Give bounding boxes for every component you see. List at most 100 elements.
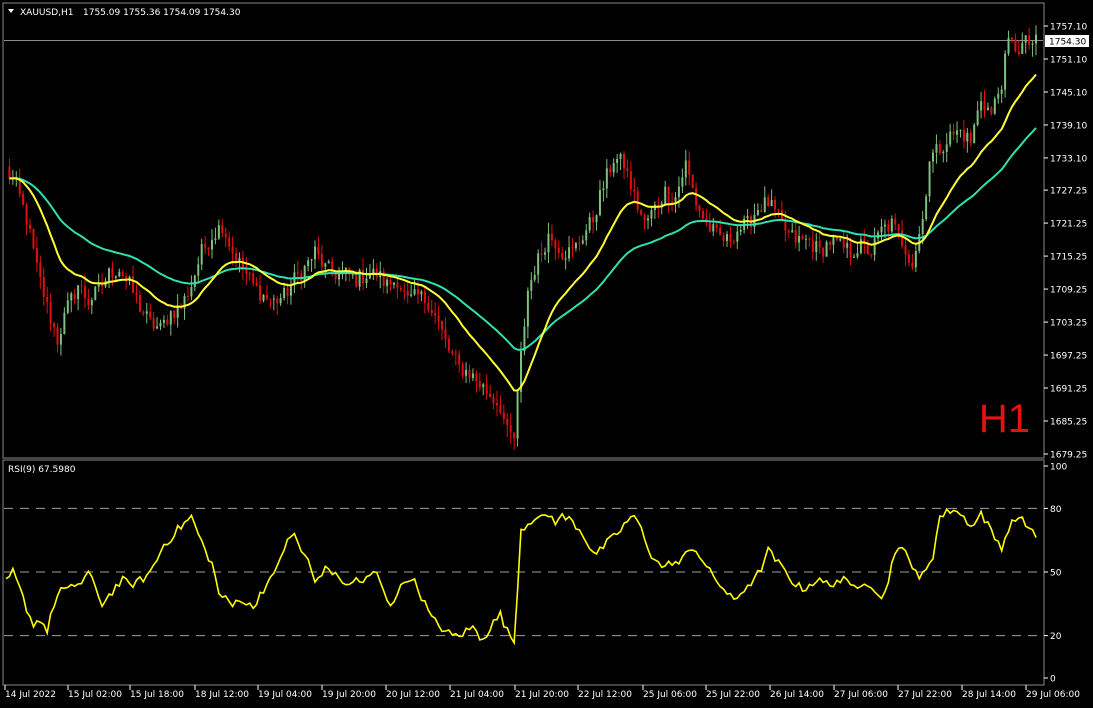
- candle-body: [616, 158, 619, 163]
- candle-body: [856, 253, 859, 257]
- candle-body: [25, 204, 28, 225]
- candle-body: [564, 258, 567, 260]
- candle-body: [368, 274, 371, 279]
- time-tick-label: 21 Jul 20:00: [515, 690, 569, 700]
- rsi-tick-label: 20: [1050, 632, 1062, 642]
- candle-body: [197, 264, 200, 276]
- time-tick-label: 19 Jul 20:00: [322, 690, 376, 700]
- candle-body: [732, 241, 735, 243]
- candle-body: [355, 274, 358, 287]
- candle-body: [307, 260, 310, 266]
- price-tick-label: 1709.25: [1050, 286, 1087, 296]
- candle-body: [272, 298, 275, 300]
- candle-body: [671, 201, 674, 203]
- candle-body: [684, 160, 687, 178]
- candle-body: [921, 219, 924, 235]
- header: XAUUSD,H1 1755.09 1755.36 1754.09 1754.3…: [8, 8, 241, 18]
- candle-body: [314, 246, 316, 260]
- candle-body: [746, 216, 749, 219]
- candle-body: [530, 279, 533, 291]
- candle-body: [873, 238, 876, 256]
- candle-body: [324, 263, 327, 267]
- candle-body: [1000, 89, 1003, 94]
- candle-body: [399, 288, 402, 290]
- candle-body: [715, 224, 718, 228]
- candle-body: [22, 193, 25, 205]
- candle-body: [389, 279, 392, 285]
- candle-body: [547, 233, 550, 253]
- candle-body: [619, 153, 622, 159]
- candle-body: [739, 229, 742, 232]
- candle-body: [647, 218, 650, 221]
- candle-body: [162, 319, 165, 323]
- candle-body: [499, 405, 502, 413]
- candle-body: [114, 276, 117, 278]
- trading-chart[interactable]: H1 XAUUSD,H1 1755.09 1755.36 1754.09 175…: [0, 0, 1093, 708]
- time-tick-label: 26 Jul 14:00: [770, 690, 824, 700]
- candle-body: [540, 253, 543, 255]
- candle-body: [777, 209, 780, 211]
- time-tick-label: 19 Jul 04:00: [258, 690, 312, 700]
- candle-body: [90, 300, 93, 306]
- candle-body: [859, 239, 862, 254]
- candle-body: [279, 297, 282, 304]
- candle-body: [623, 153, 625, 169]
- candle-body: [451, 351, 454, 354]
- candle-body: [87, 298, 90, 306]
- candle-body: [835, 237, 838, 241]
- candle-body: [602, 188, 605, 191]
- candle-body: [794, 230, 797, 243]
- candle-body: [825, 241, 828, 257]
- candle-body: [932, 152, 934, 162]
- candle-body: [310, 259, 313, 261]
- candle-body: [853, 256, 856, 258]
- candle-body: [465, 369, 468, 376]
- candle-body: [506, 418, 509, 426]
- candle-body: [142, 311, 145, 314]
- candle-body: [811, 239, 814, 252]
- candle-body: [561, 252, 564, 259]
- timeframe-watermark: H1: [979, 397, 1030, 441]
- candle-body: [444, 329, 447, 339]
- candle-body: [952, 131, 955, 135]
- candle-body: [211, 239, 213, 250]
- time-tick-label: 20 Jul 12:00: [386, 690, 440, 700]
- candle-body: [73, 293, 76, 300]
- candle-body: [59, 334, 62, 345]
- candle-body: [880, 226, 883, 233]
- candle-body: [8, 166, 11, 179]
- candle-body: [605, 168, 608, 189]
- candle-body: [200, 244, 203, 265]
- candle-body: [966, 132, 969, 142]
- candle-body: [904, 245, 907, 255]
- candle-body: [935, 144, 938, 153]
- current-price-label: 1754.30: [1049, 38, 1086, 48]
- candle-body: [911, 262, 914, 268]
- candle-body: [986, 107, 989, 111]
- candle-body: [980, 101, 983, 111]
- candle-body: [526, 290, 529, 327]
- candle-body: [791, 230, 794, 233]
- time-tick-label: 29 Jul 06:00: [1026, 690, 1080, 700]
- candle-body: [262, 294, 265, 301]
- candle-body: [818, 241, 821, 248]
- candle-body: [1031, 43, 1034, 45]
- candle-body: [763, 197, 766, 212]
- candle-body: [509, 425, 512, 433]
- candle-body: [592, 216, 595, 223]
- candle-body: [63, 312, 66, 335]
- candle-body: [29, 224, 32, 229]
- candle-body: [138, 295, 141, 312]
- candle-body: [897, 224, 900, 231]
- candle-body: [633, 189, 636, 192]
- candle-body: [365, 278, 368, 284]
- candle-body: [482, 384, 485, 388]
- candle-body: [928, 161, 931, 197]
- price-tick-label: 1703.25: [1050, 319, 1087, 329]
- time-tick-label: 15 Jul 18:00: [130, 690, 184, 700]
- candle-body: [255, 282, 258, 286]
- candle-body: [461, 364, 464, 376]
- candle-body: [53, 323, 56, 328]
- candle-body: [186, 296, 189, 298]
- candle-body: [636, 191, 639, 210]
